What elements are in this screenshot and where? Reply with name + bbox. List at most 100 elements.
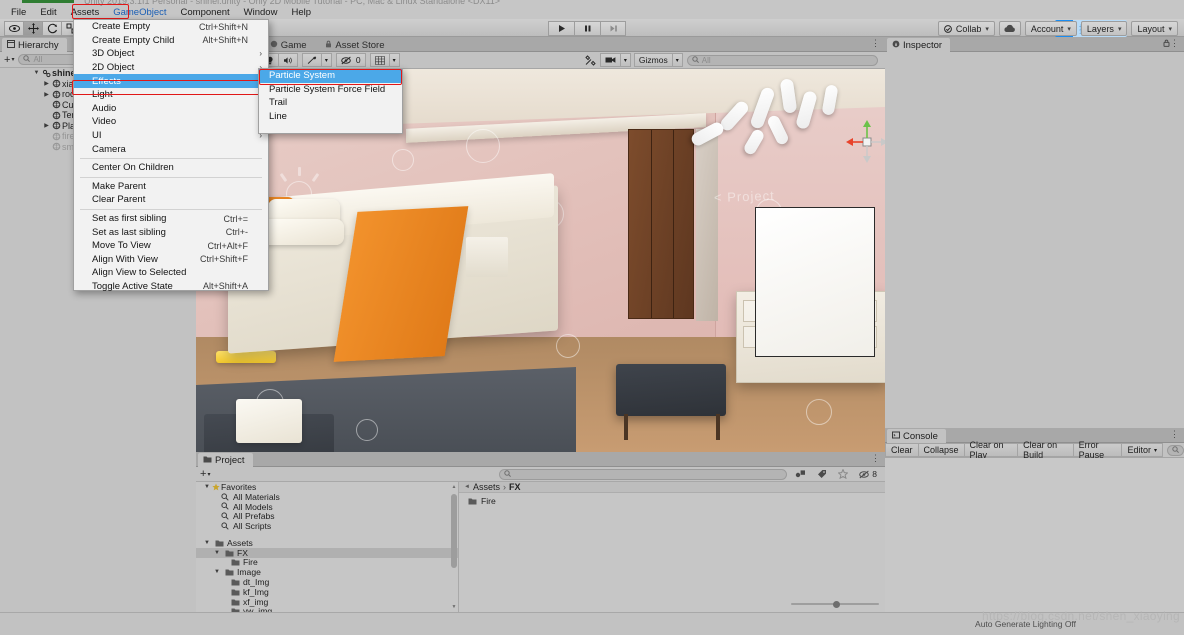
twisty-icon[interactable]: ▼: [32, 70, 41, 76]
project-tree-item-dt-img[interactable]: dt_Img: [196, 577, 458, 587]
menu-item-move-to-view[interactable]: Move To View Ctrl+Alt+F: [74, 239, 268, 253]
twisty-icon[interactable]: ▼: [213, 569, 221, 575]
menu-help[interactable]: Help: [284, 6, 318, 19]
cloud-services-button[interactable]: [998, 21, 1021, 36]
console-log-list[interactable]: [885, 458, 1184, 612]
menu-item-align-with-view[interactable]: Align With View Ctrl+Shift+F: [74, 253, 268, 267]
rotate-tool-icon[interactable]: [42, 21, 61, 36]
menu-item-align-view-to-selected[interactable]: Align View to Selected: [74, 266, 268, 280]
project-favorite-all-prefabs[interactable]: All Prefabs: [196, 511, 458, 521]
scroll-down-arrow-icon[interactable]: ▼: [451, 604, 457, 610]
menu-window[interactable]: Window: [237, 6, 285, 19]
menu-item-ui[interactable]: UI ›: [74, 129, 268, 143]
project-tree-item-fx[interactable]: ▼ FX: [196, 548, 458, 558]
menu-item-3d-object[interactable]: 3D Object ›: [74, 47, 268, 61]
scene-audio-toggle[interactable]: [277, 53, 298, 67]
scrollbar-thumb[interactable]: [451, 494, 457, 568]
menu-edit[interactable]: Edit: [33, 6, 63, 19]
layout-dropdown[interactable]: Layout ▾: [1131, 21, 1178, 36]
hierarchy-create-button[interactable]: + ▾: [4, 54, 14, 66]
project-favorite-all-materials[interactable]: All Materials: [196, 492, 458, 502]
scene-grid-dropdown[interactable]: ▾: [388, 53, 400, 67]
scroll-up-arrow-icon[interactable]: ▲: [451, 484, 457, 490]
submenu-item-trail[interactable]: Trail: [259, 96, 402, 110]
collab-dropdown[interactable]: Collab ▾: [937, 21, 995, 36]
gizmos-dropdown-caret[interactable]: ▾: [671, 53, 683, 67]
project-zoom-slider[interactable]: [791, 599, 879, 609]
console-clear-on-build-button[interactable]: Clear on Build: [1017, 440, 1073, 460]
menu-item-camera[interactable]: Camera: [74, 142, 268, 156]
project-tree-item-kf-img[interactable]: kf_Img: [196, 587, 458, 597]
console-collapse-button[interactable]: Collapse: [917, 443, 964, 457]
project-filter-by-type-button[interactable]: [792, 469, 809, 479]
twisty-icon[interactable]: ▼: [203, 484, 211, 490]
menu-item-clear-parent[interactable]: Clear Parent: [74, 193, 268, 207]
twisty-icon[interactable]: ▼: [213, 550, 221, 556]
project-favorites-root[interactable]: ▼ Favorites: [196, 482, 458, 492]
menu-item-set-as-first-sibling[interactable]: Set as first sibling Ctrl+=: [74, 212, 268, 226]
layers-dropdown[interactable]: Layers ▾: [1080, 21, 1128, 36]
console-clear-button[interactable]: Clear: [885, 443, 918, 457]
project-favorite-all-scripts[interactable]: All Scripts: [196, 521, 458, 531]
submenu-item-particle-system[interactable]: Particle System: [259, 69, 402, 83]
twisty-icon[interactable]: ▶: [42, 80, 51, 87]
console-editor-dropdown[interactable]: Editor ▾: [1121, 443, 1163, 457]
kebab-icon[interactable]: ⋮: [1170, 38, 1180, 49]
slider-knob[interactable]: [833, 600, 841, 608]
menu-file[interactable]: File: [4, 6, 33, 19]
menu-gameobject[interactable]: GameObject: [106, 6, 173, 19]
console-error-pause-button[interactable]: Error Pause: [1072, 440, 1122, 460]
project-content-item-fire[interactable]: Fire: [459, 496, 885, 506]
console-clear-on-play-button[interactable]: Clear on Play: [963, 440, 1018, 460]
menu-item-center-on-children[interactable]: Center On Children: [74, 161, 268, 175]
twisty-icon[interactable]: ▶: [42, 91, 51, 98]
kebab-icon[interactable]: ⋮: [1170, 429, 1180, 440]
scene-search-input[interactable]: All: [686, 54, 879, 66]
menu-item-2d-object[interactable]: 2D Object ›: [74, 61, 268, 75]
play-button[interactable]: [548, 21, 574, 36]
project-tree-item-fire[interactable]: Fire: [196, 557, 458, 567]
scene-component-tools-button[interactable]: [581, 53, 600, 67]
project-tree-item-image[interactable]: ▼ Image: [196, 567, 458, 577]
scene-visibility-toggle[interactable]: 0: [335, 53, 366, 67]
project-tree-scrollbar[interactable]: ▲ ▼: [451, 484, 457, 610]
breadcrumb-collapse-icon[interactable]: ◄: [464, 484, 470, 490]
project-tree[interactable]: ▼ Favorites All Materials All Models All…: [196, 482, 459, 612]
project-search-input[interactable]: [498, 468, 788, 480]
lock-icon[interactable]: [1163, 39, 1170, 49]
tab-inspector[interactable]: Inspector: [887, 38, 951, 52]
breadcrumb-fx[interactable]: FX: [509, 482, 521, 492]
twisty-icon[interactable]: ▶: [42, 122, 51, 129]
console-search-input[interactable]: [1167, 444, 1184, 456]
kebab-icon[interactable]: ⋮: [871, 38, 881, 49]
gizmos-dropdown[interactable]: Gizmos: [633, 53, 672, 67]
gameobject-dropdown-menu[interactable]: Create Empty Ctrl+Shift+N Create Empty C…: [72, 19, 270, 292]
step-button[interactable]: [600, 21, 626, 36]
project-create-button[interactable]: + ▾: [200, 468, 210, 480]
project-favorite-button[interactable]: [835, 469, 851, 479]
project-filter-by-label-button[interactable]: [814, 469, 830, 479]
scene-fx-toggle[interactable]: [301, 53, 321, 67]
project-tree-item-assets[interactable]: ▼ Assets: [196, 538, 458, 548]
menu-item-audio[interactable]: Audio ›: [74, 102, 268, 116]
submenu-item-line[interactable]: Line: [259, 110, 402, 124]
menu-item-set-as-last-sibling[interactable]: Set as last sibling Ctrl+-: [74, 225, 268, 239]
tab-console[interactable]: Console: [887, 429, 946, 443]
project-favorite-all-models[interactable]: All Models: [196, 502, 458, 512]
menu-item-video[interactable]: Video ›: [74, 115, 268, 129]
kebab-icon[interactable]: ⋮: [871, 453, 881, 464]
menu-item-light[interactable]: Light ›: [74, 88, 268, 102]
tab-game[interactable]: Game: [262, 38, 315, 52]
project-tree-item-xf-img[interactable]: xf_img: [196, 597, 458, 607]
menu-item-effects[interactable]: Effects ›: [74, 74, 268, 88]
tab-project[interactable]: Project: [198, 453, 253, 467]
twisty-icon[interactable]: ▼: [203, 540, 211, 546]
tab-asset-store[interactable]: Asset Store: [317, 38, 392, 52]
menu-assets[interactable]: Assets: [64, 6, 107, 19]
move-tool-icon[interactable]: [23, 21, 42, 36]
menu-item-create-empty-child[interactable]: Create Empty Child Alt+Shift+N: [74, 34, 268, 48]
scene-grid-toggle[interactable]: [369, 53, 389, 67]
account-dropdown[interactable]: Account ▾: [1024, 21, 1077, 36]
menu-item-create-empty[interactable]: Create Empty Ctrl+Shift+N: [74, 20, 268, 34]
effects-submenu[interactable]: Particle System Particle System Force Fi…: [258, 68, 403, 134]
